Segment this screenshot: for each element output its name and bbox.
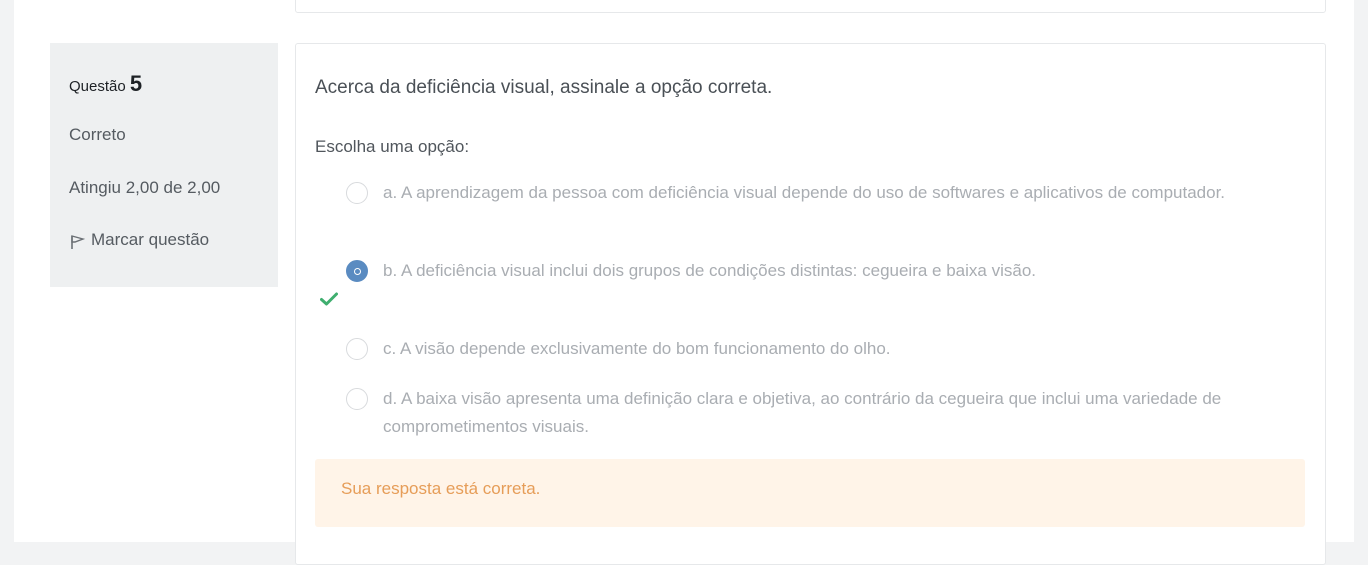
flag-icon [71, 235, 85, 249]
radio-option-d[interactable] [346, 388, 368, 410]
radio-option-a[interactable] [346, 182, 368, 204]
answer-option-d-text: d. A baixa visão apresenta uma definição… [383, 389, 1222, 436]
answer-option-c[interactable]: c. A visão depende exclusivamente do bom… [346, 335, 1266, 363]
feedback-box: Sua resposta está correta. [315, 459, 1305, 527]
previous-question-card [295, 0, 1326, 13]
correct-check-icon [320, 292, 338, 306]
answer-option-c-text: c. A visão depende exclusivamente do bom… [383, 339, 891, 358]
flag-question-link[interactable]: Marcar questão [69, 230, 209, 250]
answer-option-d[interactable]: d. A baixa visão apresenta uma definição… [346, 385, 1266, 441]
question-info-panel: Questão 5 Correto Atingiu 2,00 de 2,00 M… [50, 43, 278, 287]
question-number: Questão 5 [69, 71, 142, 97]
answer-option-a-text: a. A aprendizagem da pessoa com deficiên… [383, 183, 1226, 202]
question-status: Correto [69, 125, 126, 144]
flag-question-label: Marcar questão [91, 230, 210, 249]
answer-option-a[interactable]: a. A aprendizagem da pessoa com deficiên… [346, 179, 1266, 207]
radio-option-b[interactable] [346, 260, 368, 282]
question-label: Questão [69, 78, 126, 95]
radio-option-c[interactable] [346, 338, 368, 360]
feedback-text: Sua resposta está correta. [341, 479, 541, 498]
question-content-card: Acerca da deficiência visual, assinale a… [295, 43, 1326, 565]
question-grade: Atingiu 2,00 de 2,00 [69, 178, 221, 197]
answer-option-b-text: b. A deficiência visual inclui dois grup… [383, 261, 1036, 280]
answer-prompt: Escolha uma opção: [315, 137, 470, 156]
question-text: Acerca da deficiência visual, assinale a… [315, 77, 773, 98]
answer-option-b[interactable]: b. A deficiência visual inclui dois grup… [346, 257, 1266, 285]
question-number-value: 5 [129, 71, 143, 96]
